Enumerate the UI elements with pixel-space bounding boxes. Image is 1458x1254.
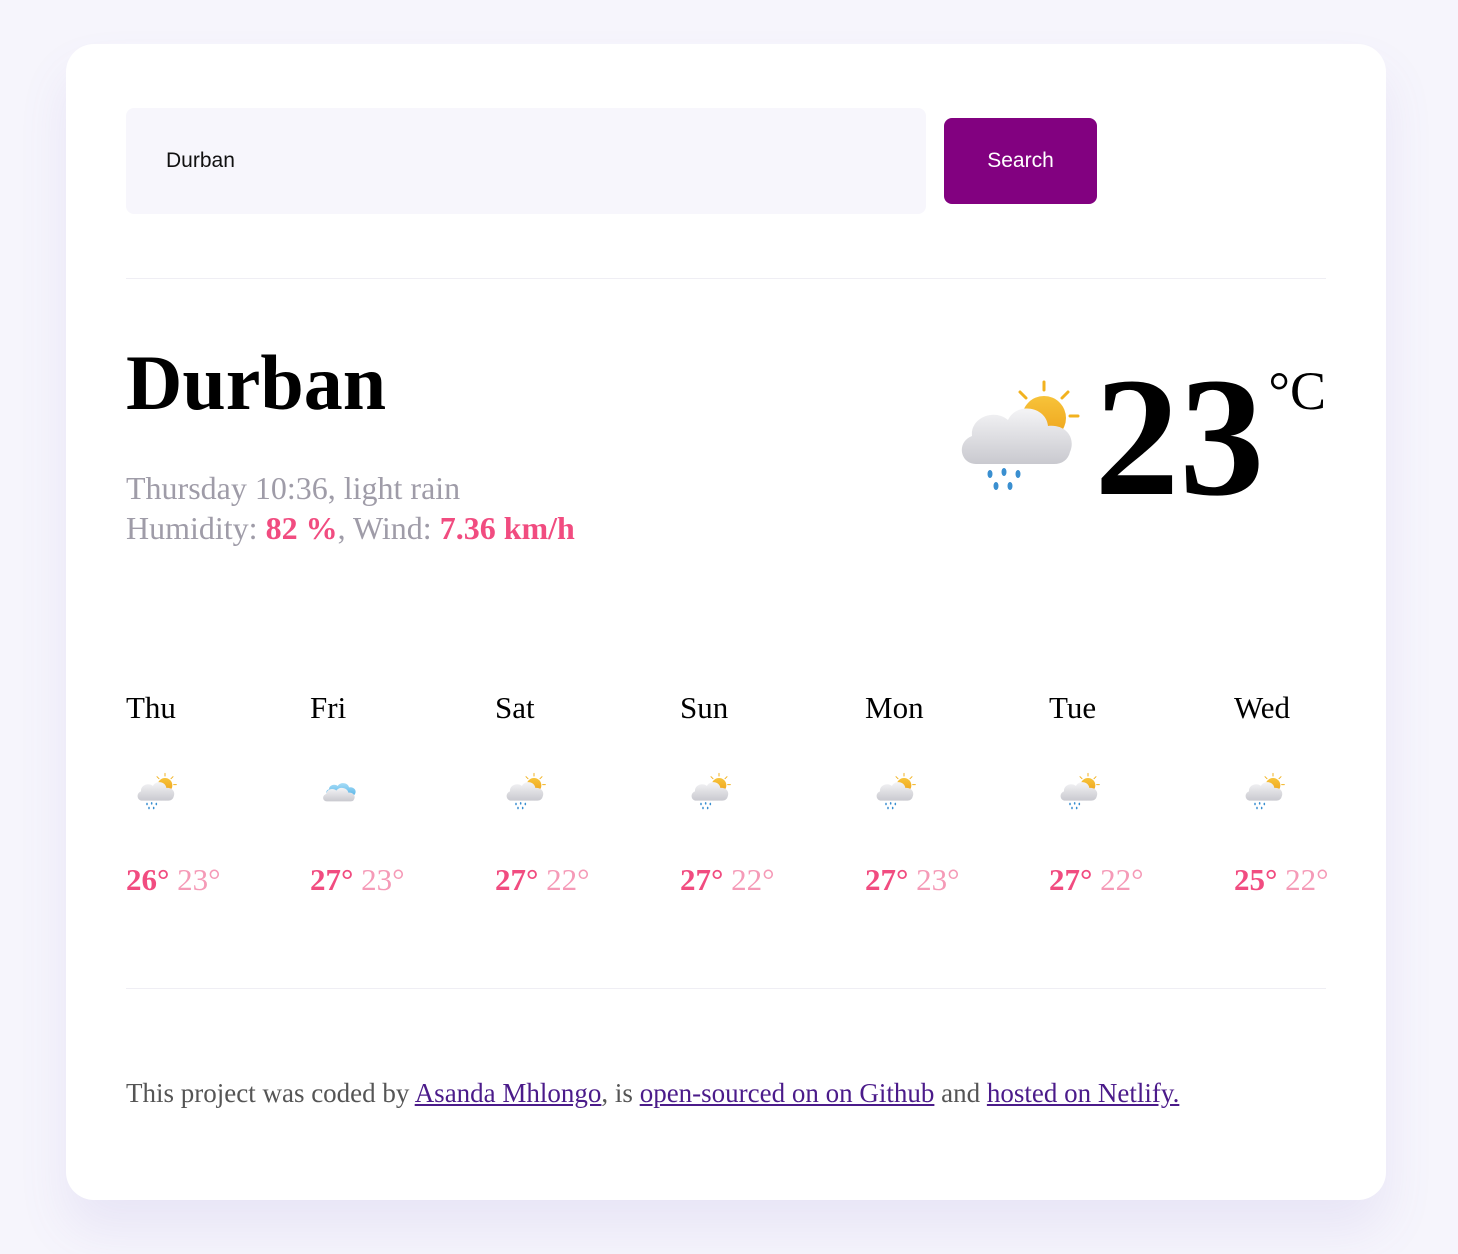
weather-description: light rain xyxy=(343,470,461,506)
forecast-max: 27° xyxy=(680,862,724,897)
humidity-wind-line: Humidity: 82 %, Wind: 7.36 km/h xyxy=(126,510,575,546)
humidity-value: 82 % xyxy=(265,510,338,546)
forecast-day: Sun 27° 22° xyxy=(680,690,775,897)
date-description-line: Thursday 10:36, light rain xyxy=(126,470,461,506)
forecast-temps: 27° 22° xyxy=(680,862,775,898)
forecast-max: 26° xyxy=(126,862,170,897)
temperature-unit: °C xyxy=(1268,361,1326,421)
forecast-min: 22° xyxy=(546,862,590,897)
forecast-max: 27° xyxy=(310,862,354,897)
rain-sun-icon xyxy=(688,772,736,812)
forecast-temps: 27° 22° xyxy=(1049,862,1144,898)
forecast-day: Wed 25° 22° xyxy=(1234,690,1329,897)
forecast-min: 23° xyxy=(177,862,221,897)
forecast-day: Thu 26° 23° xyxy=(126,690,221,897)
forecast-min: 23° xyxy=(916,862,960,897)
divider xyxy=(126,278,1326,279)
forecast-day: Fri 27° 23° xyxy=(310,690,405,897)
forecast-max: 27° xyxy=(865,862,909,897)
weather-card: Search Durban Thursday 10:36, light rain… xyxy=(66,44,1386,1200)
search-input[interactable] xyxy=(126,108,926,214)
forecast-day-name: Mon xyxy=(865,690,924,725)
forecast-temps: 27° 23° xyxy=(310,862,405,898)
netlify-link[interactable]: hosted on Netlify. xyxy=(987,1078,1179,1108)
footer-prefix: This project was coded by xyxy=(126,1078,415,1108)
current-temperature: 23 °C xyxy=(956,343,1326,531)
rain-sun-icon xyxy=(873,772,921,812)
footer: This project was coded by Asanda Mhlongo… xyxy=(126,1078,1179,1109)
divider xyxy=(126,988,1326,989)
day-time: Thursday 10:36 xyxy=(126,470,328,506)
forecast-min: 22° xyxy=(731,862,775,897)
forecast-day-name: Wed xyxy=(1234,690,1291,725)
rain-sun-icon xyxy=(503,772,551,812)
temperature-value: 23 xyxy=(1094,343,1265,531)
forecast-min: 22° xyxy=(1285,862,1329,897)
forecast-day: Tue 27° 22° xyxy=(1049,690,1144,897)
forecast-day-name: Thu xyxy=(126,690,176,725)
forecast-day-name: Sat xyxy=(495,690,535,725)
forecast-min: 22° xyxy=(1100,862,1144,897)
rain-sun-icon xyxy=(134,772,182,812)
forecast-max: 25° xyxy=(1234,862,1278,897)
search-button[interactable]: Search xyxy=(944,118,1097,204)
forecast-day: Sat 27° 22° xyxy=(495,690,590,897)
forecast-min: 23° xyxy=(361,862,405,897)
rain-sun-icon xyxy=(1057,772,1105,812)
forecast-temps: 25° 22° xyxy=(1234,862,1329,898)
footer-separator: and xyxy=(934,1078,987,1108)
forecast-temps: 27° 22° xyxy=(495,862,590,898)
forecast-day-name: Tue xyxy=(1049,690,1097,725)
author-link[interactable]: Asanda Mhlongo xyxy=(415,1078,602,1108)
github-link[interactable]: open-sourced on on Github xyxy=(640,1078,935,1108)
forecast-temps: 27° 23° xyxy=(865,862,960,898)
cloud-icon xyxy=(318,772,366,812)
city-name: Durban xyxy=(126,339,387,426)
forecast-max: 27° xyxy=(1049,862,1093,897)
forecast-day-name: Sun xyxy=(680,690,729,725)
rain-sun-icon xyxy=(956,378,1090,498)
rain-sun-icon xyxy=(1242,772,1290,812)
humidity-label: Humidity: xyxy=(126,510,258,546)
wind-label: Wind: xyxy=(352,510,432,546)
forecast-max: 27° xyxy=(495,862,539,897)
footer-separator: , is xyxy=(601,1078,640,1108)
wind-value: 7.36 km/h xyxy=(439,510,575,546)
weather-details: Thursday 10:36, light rain Humidity: 82 … xyxy=(126,468,575,548)
forecast-temps: 26° 23° xyxy=(126,862,221,898)
forecast-day: Mon 27° 23° xyxy=(865,690,960,897)
forecast-day-name: Fri xyxy=(310,690,347,725)
search-form: Search xyxy=(126,108,1097,214)
